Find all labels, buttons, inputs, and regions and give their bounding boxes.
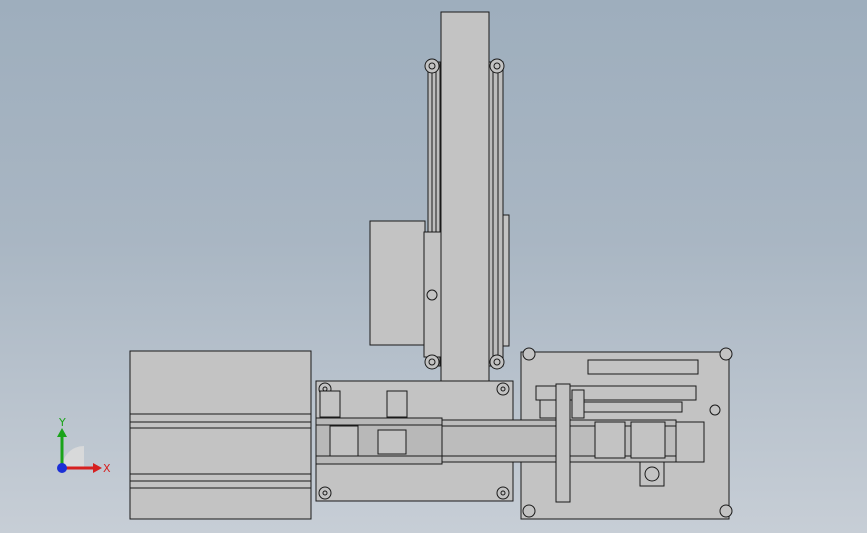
left-cabinet[interactable] [129,350,312,520]
machine-assembly[interactable] [129,11,733,520]
motor-box[interactable] [369,220,426,346]
cad-viewport[interactable]: Y X [0,0,867,533]
coordinate-triad: Y X [57,416,111,475]
triad-y-label: Y [58,416,66,429]
triad-x-label: X [103,462,111,475]
